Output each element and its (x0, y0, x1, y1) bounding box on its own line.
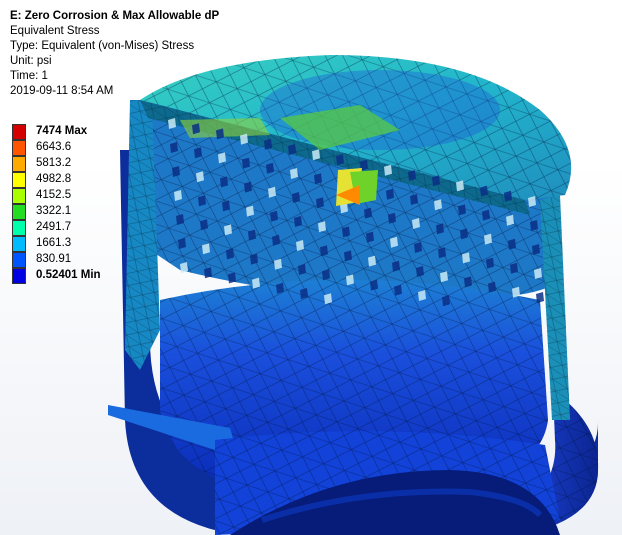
perforation-hole (536, 292, 544, 303)
legend-swatch (12, 140, 26, 156)
legend-label: 4982.8 (36, 173, 72, 185)
legend-swatch (12, 156, 26, 172)
unit-label: Unit: psi (10, 55, 52, 67)
legend-entry: 7474 Max (12, 124, 152, 140)
legend-label-min: 0.52401 Min (36, 269, 101, 281)
legend-swatch (12, 172, 26, 188)
legend-entry: 4152.5 (12, 188, 152, 204)
legend-entry: 3322.1 (12, 204, 152, 220)
legend-label: 6643.6 (36, 141, 72, 153)
legend-label: 1661.3 (36, 237, 72, 249)
legend-label: 3322.1 (36, 205, 72, 217)
stress-type: Type: Equivalent (von-Mises) Stress (10, 40, 195, 52)
max-stress-hotspot (336, 168, 378, 206)
timestamp: 2019-09-11 8:54 AM (10, 85, 114, 97)
legend-label: 830.91 (36, 253, 72, 265)
legend-label: 2491.7 (36, 221, 72, 233)
legend-swatch (12, 204, 26, 220)
legend-entry: 2491.7 (12, 220, 152, 236)
legend-swatch (12, 188, 26, 204)
legend-label: 5813.2 (36, 157, 72, 169)
legend-swatch (12, 268, 26, 284)
legend-entry: 830.91 (12, 252, 152, 268)
legend-swatch (12, 236, 26, 252)
legend-entry: 5813.2 (12, 156, 152, 172)
result-header: E: Zero Corrosion & Max Allowable dP Equ… (10, 9, 219, 99)
result-type: Equivalent Stress (10, 25, 100, 37)
legend-swatch (12, 252, 26, 268)
legend-entry: 1661.3 (12, 236, 152, 252)
legend-label: 4152.5 (36, 189, 72, 201)
legend-swatch (12, 220, 26, 236)
legend-entry: 6643.6 (12, 140, 152, 156)
legend-entry: 0.52401 Min (12, 268, 152, 284)
legend-entry: 4982.8 (12, 172, 152, 188)
time-label: Time: 1 (10, 70, 48, 82)
legend-swatch (12, 124, 26, 140)
result-title: E: Zero Corrosion & Max Allowable dP (10, 10, 220, 22)
legend-label-max: 7474 Max (36, 125, 88, 137)
